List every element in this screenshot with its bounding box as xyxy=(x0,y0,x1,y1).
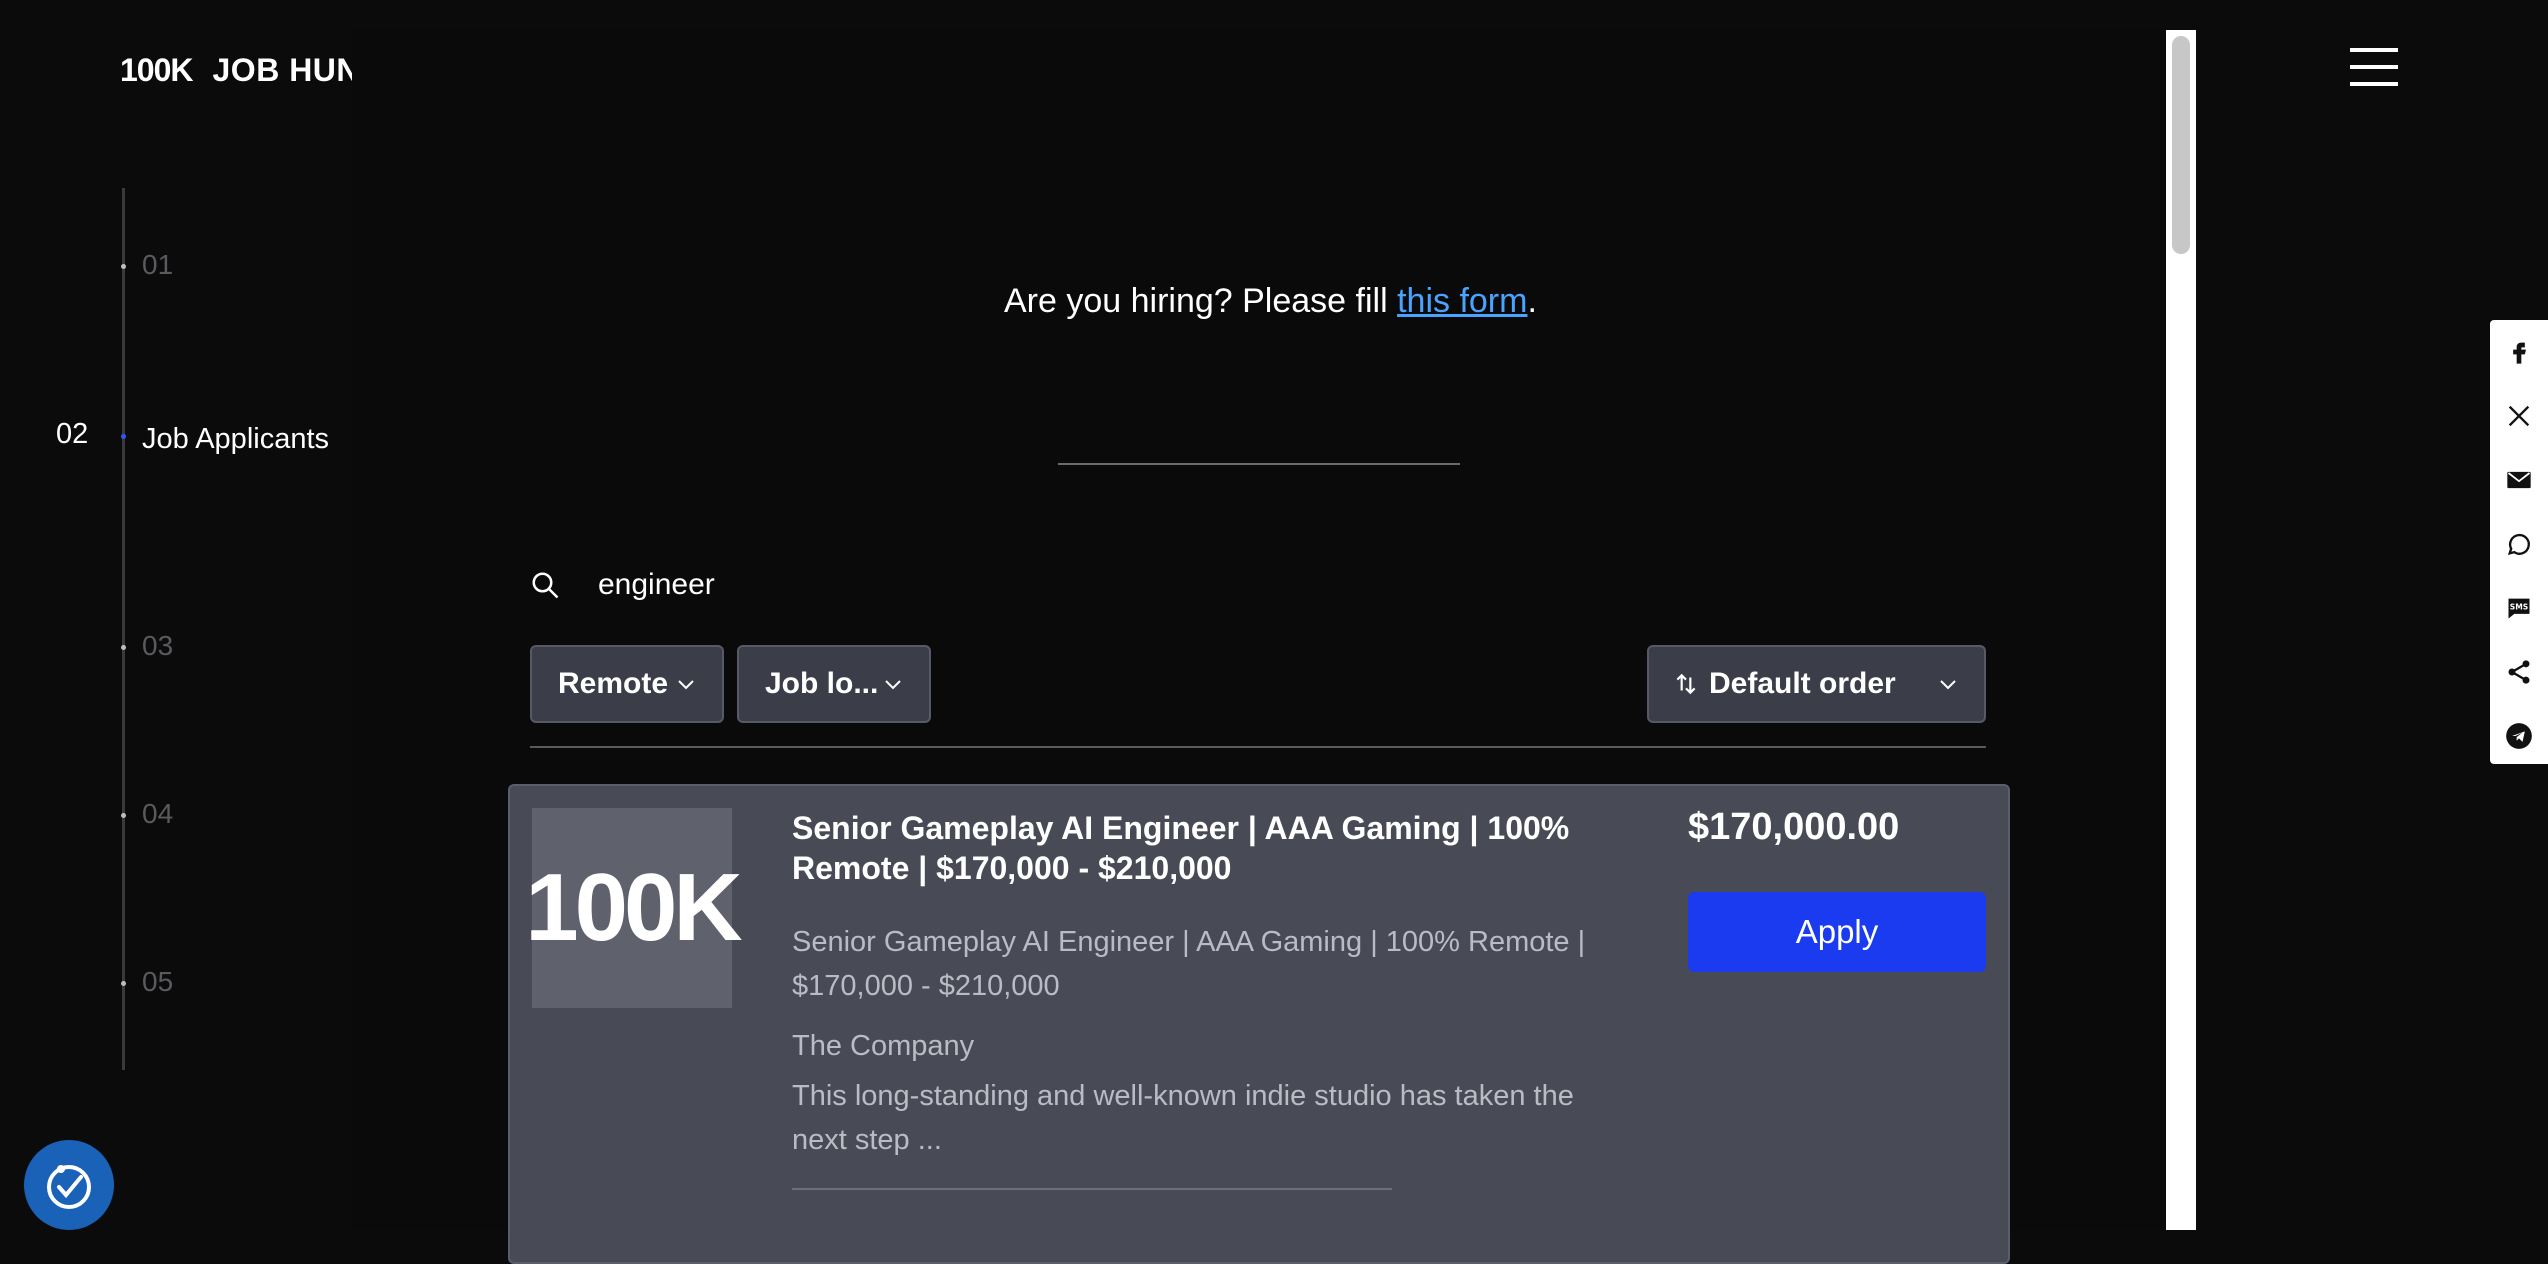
search-bar xyxy=(530,560,1986,610)
share-toolbar: SMS xyxy=(2490,320,2548,764)
job-subtitle: Senior Gameplay AI Engineer | AAA Gaming… xyxy=(792,926,1586,1002)
hamburger-menu-icon[interactable] xyxy=(2350,48,2398,86)
step-dot-active xyxy=(121,434,126,439)
svg-text:SMS: SMS xyxy=(2510,603,2528,612)
sort-order-label: Default order xyxy=(1709,667,1896,700)
step-dot xyxy=(121,981,126,986)
job-salary: $170,000.00 xyxy=(1688,806,1900,848)
chevron-down-icon xyxy=(678,680,694,690)
hiring-prompt-text: Are you hiring? Please fill xyxy=(1004,282,1398,320)
chevron-down-icon xyxy=(1940,680,1956,690)
sms-icon[interactable]: SMS xyxy=(2490,576,2548,640)
whatsapp-icon[interactable] xyxy=(2490,512,2548,576)
job-location-filter-dropdown[interactable]: Job lo... xyxy=(737,645,931,723)
card-divider xyxy=(792,1188,1392,1190)
search-input[interactable] xyxy=(596,567,1400,603)
accessibility-widget-button[interactable] xyxy=(24,1140,114,1230)
job-title[interactable]: Senior Gameplay AI Engineer | AAA Gaming… xyxy=(792,808,1592,888)
apply-button[interactable]: Apply xyxy=(1688,892,1986,972)
search-icon xyxy=(532,572,559,599)
sidebar-progress-line xyxy=(122,188,125,1070)
sidebar-step-02-label[interactable]: Job Applicants xyxy=(142,417,342,461)
sidebar-step-05[interactable]: 05 xyxy=(142,966,173,998)
hiring-prompt-suffix: . xyxy=(1527,282,1537,320)
remote-filter-dropdown[interactable]: Remote xyxy=(530,645,724,723)
filters-divider xyxy=(530,746,1986,748)
job-card[interactable]: 100K Senior Gameplay AI Engineer | AAA G… xyxy=(508,784,2010,1264)
step-dot xyxy=(121,813,126,818)
telegram-icon[interactable] xyxy=(2490,704,2548,768)
share-icon[interactable] xyxy=(2490,640,2548,704)
sidebar-step-01[interactable]: 01 xyxy=(142,249,173,281)
chevron-down-icon xyxy=(885,680,901,690)
sort-order-dropdown[interactable]: Default order xyxy=(1647,645,1986,723)
sidebar-step-04[interactable]: 04 xyxy=(142,798,173,830)
section-divider xyxy=(1058,463,1460,465)
sidebar-step-03[interactable]: 03 xyxy=(142,630,173,662)
logo-mark: 100K xyxy=(120,52,193,88)
site-logo[interactable]: 100K JOB HUNT xyxy=(120,52,380,89)
step-dot xyxy=(121,264,126,269)
hiring-prompt: Are you hiring? Please fill this form. xyxy=(1004,282,1537,321)
facebook-icon[interactable] xyxy=(2490,320,2548,384)
step-dot xyxy=(121,645,126,650)
email-icon[interactable] xyxy=(2490,448,2548,512)
hiring-form-link[interactable]: this form xyxy=(1397,282,1527,320)
remote-filter-label: Remote xyxy=(558,667,669,700)
sort-arrows-icon xyxy=(1676,673,1696,695)
accessibility-icon xyxy=(47,1165,91,1209)
job-company-heading: The Company xyxy=(792,1030,975,1062)
job-location-filter-label: Job lo... xyxy=(765,667,879,700)
job-description: This long-standing and well-known indie … xyxy=(792,1080,1574,1156)
sidebar-step-02-number: 02 xyxy=(56,418,89,450)
company-logo-text: 100K xyxy=(525,854,742,961)
x-icon[interactable] xyxy=(2490,384,2548,448)
company-logo-thumbnail: 100K xyxy=(525,808,743,1008)
scrollbar-thumb[interactable] xyxy=(2172,36,2190,254)
